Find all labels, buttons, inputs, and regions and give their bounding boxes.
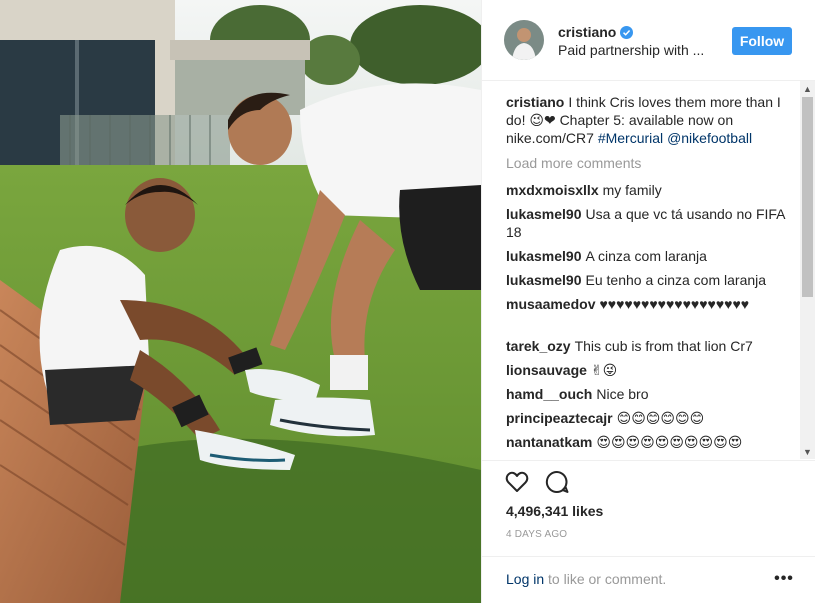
list-item: mxdxmoisxllx my family xyxy=(506,181,791,199)
caption-hashtag[interactable]: #Mercurial xyxy=(598,130,663,146)
comment-text: 😍😍😍😍😍😍😍😍😍😍 xyxy=(596,434,743,450)
comment-username[interactable]: nantanatkam xyxy=(506,434,592,450)
heart-icon[interactable] xyxy=(504,469,530,495)
scrollbar-thumb[interactable] xyxy=(802,97,813,297)
comment-username[interactable]: lukasmel90 xyxy=(506,272,582,288)
verified-badge-icon xyxy=(620,25,634,39)
list-item: tarek_ozy This cub is from that lion Cr7 xyxy=(506,337,791,355)
list-item: lukasmel90 Eu tenho a cinza com laranja xyxy=(506,271,791,289)
comment-username[interactable]: lukasmel90 xyxy=(506,206,582,222)
post-details-panel: cristiano Paid partnership with ... Foll… xyxy=(481,0,815,603)
post-photo[interactable] xyxy=(0,0,481,603)
list-item: lionsauvage ✌😜 xyxy=(506,361,791,379)
post-timestamp[interactable]: 4 DAYS AGO xyxy=(506,529,567,540)
photo-illustration xyxy=(0,0,481,603)
login-prompt-row: Log in to like or comment. ••• xyxy=(482,556,815,605)
scroll-down-arrow-icon[interactable]: ▼ xyxy=(800,444,815,459)
more-options-icon[interactable]: ••• xyxy=(774,569,794,589)
comment-text: 😊😊😊😊😊😊 xyxy=(616,410,705,426)
comment-username[interactable]: hamd__ouch xyxy=(506,386,592,402)
list-item: hamd__ouch Nice bro xyxy=(506,385,791,403)
list-item: lukasmel90 Usa a que vc tá usando no FIFA… xyxy=(506,205,791,241)
comment-username[interactable]: musaamedov xyxy=(506,296,595,312)
follow-button[interactable]: Follow xyxy=(732,27,792,55)
list-item: nantanatkam 😍😍😍😍😍😍😍😍😍😍 xyxy=(506,433,791,451)
comment-text: This cub is from that lion Cr7 xyxy=(574,338,753,354)
post-caption: cristiano I think Cris loves them more th… xyxy=(506,93,791,147)
login-prompt: Log in to like or comment. xyxy=(506,571,666,587)
comment-username[interactable]: mxdxmoisxllx xyxy=(506,182,599,198)
login-prompt-text: to like or comment. xyxy=(544,571,667,587)
scroll-up-arrow-icon[interactable]: ▲ xyxy=(800,81,815,96)
comment-username[interactable]: principeaztecajr xyxy=(506,410,613,426)
comments-list[interactable]: cristiano I think Cris loves them more th… xyxy=(482,81,800,459)
list-item: principeaztecajr 😊😊😊😊😊😊 xyxy=(506,409,791,427)
comment-username[interactable]: lionsauvage xyxy=(506,362,587,378)
likes-count[interactable]: 4,496,341 likes xyxy=(506,503,603,519)
caption-username[interactable]: cristiano xyxy=(506,94,564,110)
post-header: cristiano Paid partnership with ... Foll… xyxy=(482,0,815,81)
avatar[interactable] xyxy=(504,20,544,60)
header-username-row: cristiano xyxy=(558,24,634,40)
comment-username[interactable]: lukasmel90 xyxy=(506,248,582,264)
comment-text: ♥♥♥♥♥♥♥♥♥♥♥♥♥♥♥♥♥♥ xyxy=(599,296,750,312)
avatar-image xyxy=(504,20,544,60)
comment-text: A cinza com laranja xyxy=(585,248,707,264)
login-link[interactable]: Log in xyxy=(506,571,544,587)
comment-text: ✌😜 xyxy=(590,362,618,378)
header-username[interactable]: cristiano xyxy=(558,24,616,40)
comment-text: Nice bro xyxy=(596,386,649,402)
comment-text: Eu tenho a cinza com laranja xyxy=(585,272,767,288)
comment-username[interactable]: tarek_ozy xyxy=(506,338,571,354)
caption-mention[interactable]: @nikefootball xyxy=(667,130,752,146)
instagram-post-modal: cristiano Paid partnership with ... Foll… xyxy=(0,0,815,603)
paid-partnership-label[interactable]: Paid partnership with ... xyxy=(558,42,704,58)
post-actions: 4,496,341 likes 4 DAYS AGO Log in to lik… xyxy=(482,460,815,604)
comment-text: my family xyxy=(602,182,662,198)
load-more-comments-link[interactable]: Load more comments xyxy=(506,155,641,171)
list-item: lukasmel90 A cinza com laranja xyxy=(506,247,791,265)
list-item: musaamedov ♥♥♥♥♥♥♥♥♥♥♥♥♥♥♥♥♥♥ xyxy=(506,295,791,313)
comments-scrollbar[interactable]: ▲ ▼ xyxy=(800,81,815,459)
comment-bubble-icon[interactable] xyxy=(544,469,570,495)
